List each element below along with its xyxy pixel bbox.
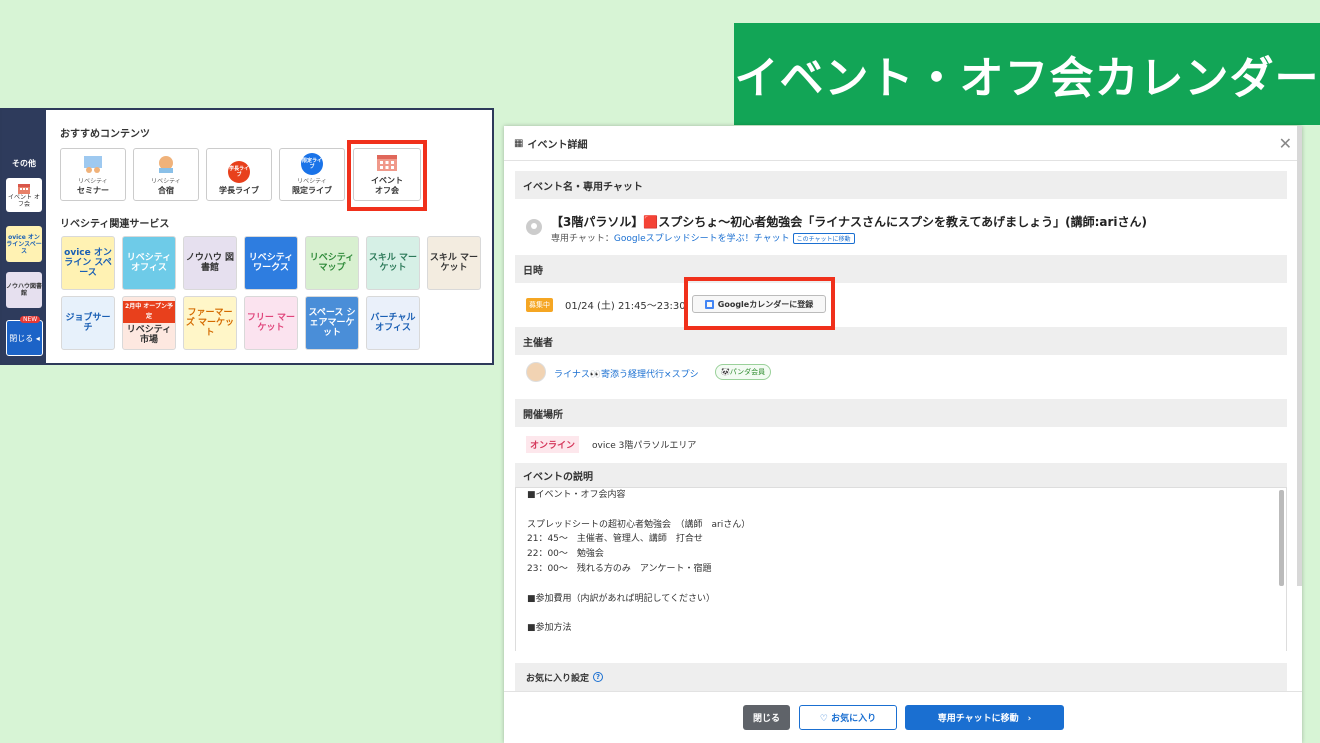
content-label: 合宿 (158, 186, 174, 195)
chat-prefix: 専用チャット： (551, 234, 614, 244)
location-pin-icon (526, 219, 542, 235)
desc-line (516, 577, 1286, 592)
sidebar-section-label: その他 (12, 159, 36, 168)
modal-footer: 閉じる ♡ お気に入り 専用チャットに移動 › (504, 691, 1302, 743)
chat-move-button[interactable]: 専用チャットに移動 › (905, 705, 1064, 730)
modal-header: ▦ イベント詳細 ✕ (504, 126, 1302, 161)
content-limited-live[interactable]: 限定ライブ リベシティ 限定ライブ (279, 148, 345, 201)
camp-icon (153, 153, 179, 175)
content-label-top: リベシティ (297, 178, 327, 185)
online-badge: オンライン (526, 436, 580, 453)
section-header-date: 日時 (515, 255, 1287, 283)
section-header-description: イベントの説明 (515, 463, 1287, 487)
service-office[interactable]: リベシティ オフィス (122, 236, 176, 290)
desc-line: 22：00〜 勉強会 (527, 549, 604, 560)
status-badge: 募集中 (526, 298, 553, 312)
close-icon[interactable]: ✕ (1279, 134, 1292, 153)
desc-line: 21：45〜 主催者、管理人、講師 打合せ (527, 534, 703, 545)
desc-line: 23：00〜 残れる方のみ アンケート・宿題 (527, 563, 712, 574)
favorite-button[interactable]: ♡ お気に入り (799, 705, 897, 730)
service-works[interactable]: リベシティ ワークス (244, 236, 298, 290)
desc-line (516, 503, 1286, 518)
new-badge: NEW (20, 316, 41, 323)
description-box[interactable]: ■イベント・オフ会内容 スプレッドシートの超初心者勉強会 （講師 ariさん） … (515, 487, 1287, 651)
sidebar-item-library[interactable]: ノウハウ図書館 (6, 272, 42, 308)
service-skill-market-online[interactable]: スキル マーケット (366, 236, 420, 290)
live-icon: 学長ライブ (226, 161, 252, 183)
chat-link[interactable]: Googleスプレッドシートを学ぶ！チャット (614, 234, 790, 244)
sidebar-item-label: ovice オンラインスペース (6, 233, 42, 255)
service-map[interactable]: リベシティ マップ (305, 236, 359, 290)
service-virtual-office[interactable]: バーチャル オフィス (366, 296, 420, 350)
content-label: 学長ライブ (219, 186, 259, 195)
avatar[interactable] (526, 362, 546, 382)
sidebar-item-label: イベント オフ会 (8, 194, 40, 208)
organizer-name[interactable]: ライナス👀寄添う経理代行×スプシ (554, 367, 699, 380)
desc-line: スプレッドシートの超初心者勉強会 （講師 ariさん） (527, 519, 751, 530)
chat-info: 専用チャット：Googleスプレッドシートを学ぶ！チャット このチャットに移動 (551, 231, 855, 244)
content-menu-panel: その他 イベント オフ会 ovice オンラインスペース ノウハウ図書館 閉じる… (0, 108, 494, 365)
chat-move-button[interactable]: このチャットに移動 (792, 233, 855, 244)
date-section: 募集中 01/24 (土) 21:45〜23:30 Googleカレンダーに登録 (515, 283, 1287, 327)
help-icon[interactable]: ? (593, 672, 604, 682)
desc-line: ■参加費用（内訳があれば明記してください） (527, 593, 715, 604)
section-header-place: 開催場所 (515, 399, 1287, 427)
modal-body: イベント名・専用チャット 【3階パラソル】🟥スプシちょ〜初心者勉強会「ライナスさ… (515, 171, 1287, 651)
description-section: ■イベント・オフ会内容 スプレッドシートの超初心者勉強会 （講師 ariさん） … (515, 487, 1287, 651)
description-scrollbar[interactable] (1279, 490, 1284, 586)
close-button[interactable]: 閉じる (743, 705, 790, 730)
seminar-icon (80, 153, 106, 175)
event-name-section: 【3階パラソル】🟥スプシちょ〜初心者勉強会「ライナスさんにスプシを教えてあげまし… (515, 199, 1287, 255)
sidebar-close-button[interactable]: 閉じる ◂ (6, 320, 43, 356)
calendar-icon (18, 184, 30, 194)
limited-live-icon: 限定ライブ (299, 153, 325, 175)
content-label-top: リベシティ (78, 178, 108, 185)
desc-line (516, 636, 1286, 651)
content-label-top: リベシティ (151, 178, 181, 185)
panda-member-badge: 🐼パンダ会員 (715, 364, 772, 380)
services-title: リベシティ関連サービス (60, 219, 170, 230)
favorite-settings-label: お気に入り設定 (526, 673, 590, 684)
service-space-share[interactable]: スペース シェアマーケット (305, 296, 359, 350)
sidebar-item-label: ノウハウ図書館 (6, 283, 43, 297)
organizer-section: ライナス👀寄添う経理代行×スプシ 🐼パンダ会員 (515, 355, 1287, 399)
recommended-title: おすすめコンテンツ (60, 129, 150, 140)
service-ichiba[interactable]: 2月中 オープン予定 リベシティ 市場 (122, 296, 176, 350)
content-seminar[interactable]: リベシティ セミナー (60, 148, 126, 201)
opening-badge: 2月中 オープン予定 (123, 301, 175, 323)
service-skill-market-meets[interactable]: スキル マーケット (427, 236, 481, 290)
section-header-organizer: 主催者 (515, 327, 1287, 355)
sidebar-item-ovice[interactable]: ovice オンラインスペース (6, 226, 42, 262)
favorite-settings: お気に入り設定 ? (515, 663, 1287, 691)
menu-sidebar: その他 イベント オフ会 ovice オンラインスペース ノウハウ図書館 閉じる… (2, 110, 46, 363)
service-farmers-market[interactable]: ファーマーズ マーケット (183, 296, 237, 350)
service-ovice[interactable]: ovice オンライン スペース (61, 236, 115, 290)
banner-title: イベント・オフ会カレンダー (734, 23, 1320, 125)
content-president-live[interactable]: 学長ライブ 学長ライブ (206, 148, 272, 201)
content-camp[interactable]: リベシティ 合宿 (133, 148, 199, 201)
highlight-box (347, 140, 427, 211)
event-name: 【3階パラソル】🟥スプシちょ〜初心者勉強会「ライナスさんにスプシを教えてあげまし… (551, 215, 1147, 229)
desc-line (516, 606, 1286, 621)
content-label: セミナー (77, 186, 109, 195)
service-flea-market[interactable]: フリー マーケット (244, 296, 298, 350)
calendar-icon: ▦ (514, 137, 524, 149)
service-job-search[interactable]: ジョブサーチ (61, 296, 115, 350)
highlight-box (684, 277, 835, 330)
desc-line: ■参加方法 (527, 623, 572, 634)
section-header-name: イベント名・専用チャット (515, 171, 1287, 199)
service-library[interactable]: ノウハウ 図書館 (183, 236, 237, 290)
place-section: オンライン ovice 3階パラソルエリア (515, 427, 1287, 463)
page-scrollbar[interactable] (1297, 126, 1302, 586)
content-label: 限定ライブ (292, 186, 332, 195)
event-detail-modal: ▦ イベント詳細 ✕ イベント名・専用チャット 【3階パラソル】🟥スプシちょ〜初… (504, 126, 1302, 743)
place-name: ovice 3階パラソルエリア (592, 441, 697, 451)
event-datetime: 01/24 (土) 21:45〜23:30 (565, 301, 686, 312)
desc-line: ■イベント・オフ会内容 (527, 490, 626, 500)
sidebar-item-event[interactable]: イベント オフ会 (6, 178, 42, 212)
modal-title: イベント詳細 (527, 139, 588, 151)
